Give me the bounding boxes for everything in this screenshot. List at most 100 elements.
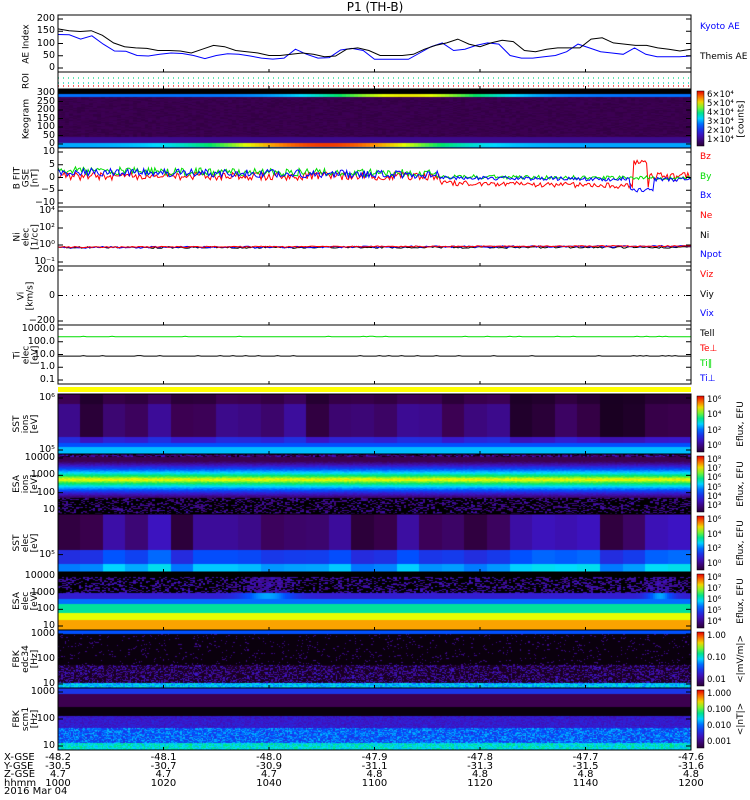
sst_i-colorbar-label: 10⁴ — [707, 410, 722, 421]
vi-legend-0: Viz — [700, 270, 714, 280]
themis-summary-plot: P1 (TH-B) AE Index 200 150 100 50 0 ROI Keogram… — [0, 0, 750, 800]
bfit-ytick-label: 10 — [42, 146, 55, 157]
esa_e-colorbar-label: 10⁸ — [707, 573, 722, 583]
ti-legend-2: Ti‖ — [700, 358, 713, 369]
fbk_e-ytick-label: 100 — [36, 653, 55, 664]
te-par-line — [58, 355, 691, 357]
fbk_b-ytick-label: 100 — [36, 713, 55, 724]
bfit-ytick-label: −5 — [40, 184, 55, 196]
keogram-colorbar-label: 1×10⁴ — [707, 135, 734, 145]
sst_e-colorbar-unit: Eflux, EFU — [736, 520, 746, 566]
ti-ytick-label: 10.0 — [33, 348, 55, 360]
ni-legend-0: Ne — [700, 211, 713, 221]
xaxis-tick-t: 1020 — [150, 777, 177, 789]
ti-par-line — [58, 335, 691, 338]
esa_e-colorbar-label: 10⁷ — [707, 584, 722, 594]
keogram-colorbar — [696, 90, 705, 147]
keogram-colorbar-unit: [counts] — [736, 99, 746, 138]
fbk_e-colorbar-label: 1.00 — [707, 631, 726, 641]
fbk_b-frame — [57, 687, 692, 751]
esa_e-ytick-label: 10000 — [24, 570, 55, 581]
plot-title: P1 (TH-B) — [346, 0, 404, 14]
fbk_e-colorbar — [696, 631, 705, 687]
ni-frame — [57, 206, 692, 267]
bfit-legend-1: By — [700, 171, 712, 182]
esa_i-frame — [57, 453, 692, 515]
ae-legend-1: Themis AE — [700, 52, 748, 62]
fbk_e-frame — [57, 629, 692, 689]
xaxis-tick-t: 1040 — [256, 777, 282, 789]
fbk_e-colorbar-label: 0.01 — [707, 675, 726, 685]
sst_e-ylabel: SST elec [eV] — [11, 533, 40, 553]
fbk_b-ytick-label: 10 — [42, 740, 55, 751]
esa_e-colorbar — [696, 573, 705, 629]
esa_e-colorbar-unit: Eflux, EFU — [736, 578, 746, 624]
sst_i-ytick-label: 10⁶ — [39, 392, 55, 403]
ae-ytick-label: 50 — [42, 49, 55, 61]
ti-ytick-label: 1.0 — [39, 361, 55, 373]
bfit-legend-2: Bx — [700, 191, 712, 202]
fbk_b-colorbar — [696, 689, 705, 749]
plot-axes-svg — [57, 14, 705, 751]
ae-line-1 — [57, 28, 692, 58]
esa_i-colorbar — [696, 455, 705, 513]
ae-frame — [57, 14, 692, 73]
ti-legend-3: Ti⊥ — [700, 373, 716, 384]
ae-ytick-label: 150 — [36, 25, 55, 37]
fbk_b-colorbar-label: 0.010 — [707, 721, 732, 731]
fbk_b-colorbar-label: 0.100 — [707, 705, 732, 715]
fbk_b-ytick-label: 1000 — [30, 686, 55, 697]
sst_e-colorbar-label: 10⁴ — [707, 529, 722, 540]
xaxis-date: 2016 Mar 04 — [4, 786, 68, 797]
esa_i-colorbar-label: 10³ — [707, 501, 722, 511]
sst_i-frame — [57, 393, 692, 455]
xaxis-tick-t: 1120 — [467, 777, 493, 789]
xaxis-tick-t: 1100 — [361, 777, 388, 789]
fbk_e-ytick-label: 1000 — [30, 628, 55, 639]
ni-ytick-label: 10⁴ — [39, 205, 55, 216]
xaxis-tick-t: 1140 — [572, 777, 599, 789]
sst_i-colorbar-label: 10⁰ — [707, 441, 722, 451]
ti-frame — [57, 324, 692, 385]
ti-legend-0: Tell — [700, 329, 715, 339]
esa_i-colorbar-unit: Eflux, EFU — [736, 461, 746, 507]
sst_e-colorbar-label: 10⁰ — [707, 559, 722, 569]
bfit-legend-0: Bz — [700, 152, 711, 162]
xaxis-tick-t: 1200 — [678, 777, 704, 789]
ae-ytick-label: 100 — [36, 37, 55, 49]
ae-ytick-label: 0 — [48, 62, 55, 73]
fbk_b-colorbar-label: 1.000 — [707, 689, 732, 699]
ni-legend-1: Ni — [700, 230, 710, 241]
bfit-ytick-label: 5 — [48, 158, 55, 170]
sst_i-colorbar-label: 10² — [707, 425, 722, 436]
esa_e-ytick-label: 100 — [36, 603, 55, 615]
bfit-ytick-label: 0 — [48, 171, 55, 183]
sst_e-ytick-label: 10⁵ — [39, 548, 55, 560]
esa_i-ytick-label: 10000 — [24, 452, 55, 463]
ae-ytick-label: 200 — [36, 13, 55, 24]
sst_i-colorbar-label: 10⁶ — [707, 395, 722, 405]
vi-ytick-label: 0 — [48, 289, 55, 301]
sst_e-colorbar — [696, 515, 705, 571]
ti-ytick-label: 100.0 — [27, 335, 55, 347]
ni-legend-2: Npot — [700, 250, 722, 261]
esa_e-colorbar-label: 10⁵ — [707, 606, 722, 616]
sst_e-colorbar-label: 10² — [707, 544, 722, 555]
ni-ytick-label: 10² — [39, 222, 55, 233]
ae-legend-0: Kyoto AE — [700, 22, 740, 32]
vi-ytick-label: 200 — [36, 264, 55, 275]
esa_e-colorbar-label: 10⁴ — [707, 617, 722, 627]
sst_i-colorbar — [696, 395, 705, 453]
esa_e-ytick-label: 1000 — [30, 586, 55, 598]
vi-legend-2: Vix — [700, 309, 714, 320]
vi-legend-1: Viy — [700, 289, 714, 300]
ti-ytick-label: 1000.0 — [21, 323, 55, 334]
keogram-frame — [57, 88, 692, 149]
quality-flag-bar — [58, 387, 691, 392]
sst_i-colorbar-unit: Eflux, EFU — [736, 401, 746, 447]
fbk_e-colorbar-label: 0.10 — [707, 653, 726, 663]
esa_i-ytick-label: 1000 — [30, 469, 55, 481]
ti-legend-1: Te⊥ — [700, 343, 718, 354]
ti-ytick-label: 0.1 — [39, 374, 55, 385]
roi-ylabel: ROI — [20, 72, 31, 89]
